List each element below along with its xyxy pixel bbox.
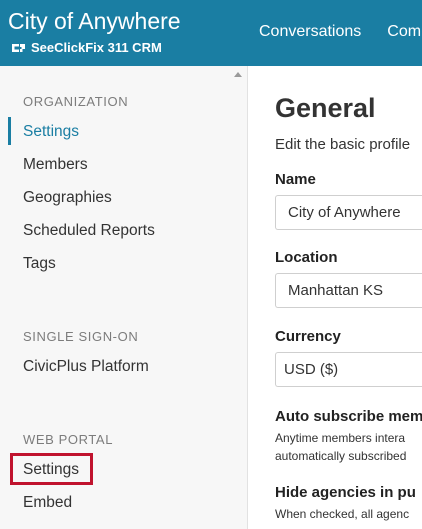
product-subtitle: SeeClickFix 311 CRM	[10, 40, 162, 55]
section-web-portal: WEB PORTAL	[23, 432, 114, 447]
sidebar-item-org-settings[interactable]: Settings	[23, 123, 79, 141]
location-input[interactable]: Manhattan KS	[275, 273, 422, 308]
seeclickfix-logo-icon	[10, 42, 27, 54]
sidebar-item-scheduled-reports[interactable]: Scheduled Reports	[23, 222, 155, 240]
auto-subscribe-desc-2: automatically subscribed	[275, 449, 407, 463]
scroll-up-arrow-icon[interactable]	[233, 70, 243, 78]
page-title: General	[275, 93, 376, 123]
sidebar-item-civicplus-platform[interactable]: CivicPlus Platform	[23, 358, 149, 376]
nav-com[interactable]: Com	[387, 23, 421, 41]
currency-label: Currency	[275, 328, 341, 345]
auto-subscribe-desc-1: Anytime members intera	[275, 431, 406, 445]
main-content: General Edit the basic profile Name City…	[249, 66, 422, 529]
org-title[interactable]: City of Anywhere	[8, 8, 181, 35]
active-indicator	[8, 117, 11, 145]
sidebar-item-tags[interactable]: Tags	[23, 255, 56, 273]
location-label: Location	[275, 249, 338, 266]
name-input[interactable]: City of Anywhere	[275, 195, 422, 230]
sidebar-item-members[interactable]: Members	[23, 156, 88, 174]
sidebar-item-geographies[interactable]: Geographies	[23, 189, 112, 207]
section-organization: ORGANIZATION	[23, 94, 129, 109]
product-name: SeeClickFix 311 CRM	[31, 40, 162, 55]
section-single-sign-on: SINGLE SIGN-ON	[23, 329, 139, 344]
hide-agencies-desc-1: When checked, all agenc	[275, 507, 410, 521]
currency-select[interactable]: USD ($)	[275, 352, 422, 387]
top-nav: Conversations Com	[259, 23, 421, 41]
name-label: Name	[275, 171, 316, 188]
auto-subscribe-title: Auto subscribe mem	[275, 408, 422, 425]
top-bar: City of Anywhere SeeClickFix 311 CRM Con…	[0, 0, 422, 66]
nav-conversations[interactable]: Conversations	[259, 23, 361, 41]
highlight-box	[10, 453, 93, 485]
sidebar-item-embed[interactable]: Embed	[23, 494, 72, 512]
hide-agencies-title: Hide agencies in pu	[275, 484, 416, 501]
page-description: Edit the basic profile	[275, 136, 411, 153]
